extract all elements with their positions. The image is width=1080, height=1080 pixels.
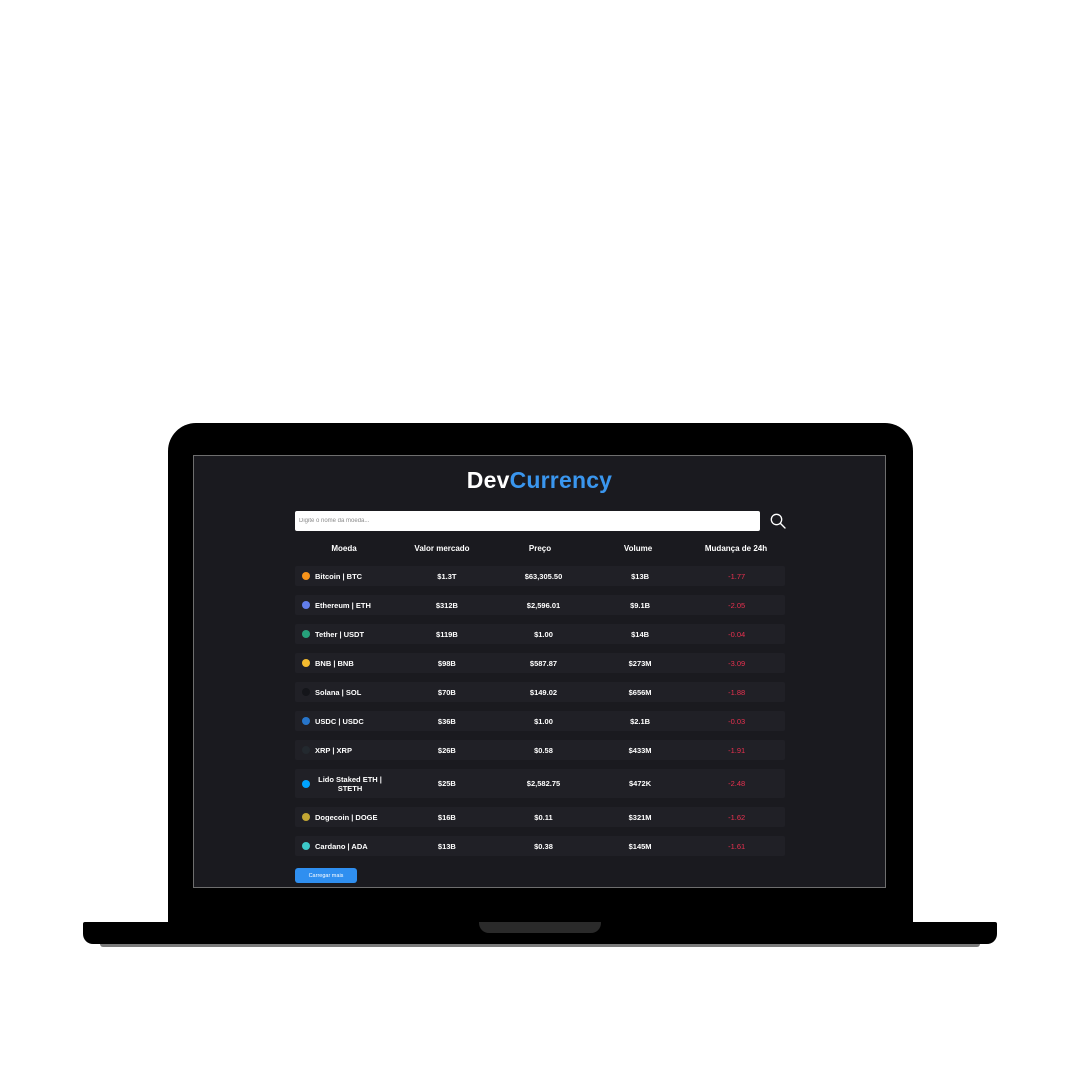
cell-price: $1.00: [534, 716, 553, 726]
search-icon[interactable]: [769, 512, 787, 530]
cell-change-24h: -2.48: [728, 779, 746, 788]
table-row[interactable]: Tether | USDT $119B $1.00 $14B -0.04: [295, 624, 785, 644]
header-volume: Volume: [623, 543, 653, 553]
coin-logo-icon: [302, 688, 310, 696]
cell-market-cap: $13B: [437, 841, 456, 851]
header-price: Preço: [528, 543, 552, 553]
cell-change-24h: -1.61: [728, 841, 746, 851]
cell-change-24h: -1.62: [728, 812, 746, 822]
cell-price: $1.00: [534, 629, 553, 639]
table-row[interactable]: Bitcoin | BTC $1.3T $63,305.50 $13B -1.77: [295, 566, 785, 586]
cell-market-cap: $25B: [437, 779, 456, 788]
cell-volume: $472K: [629, 779, 652, 788]
table-row[interactable]: Ethereum | ETH $312B $2,596.01 $9.1B -2.05: [295, 595, 785, 615]
search-bar: [295, 511, 790, 533]
search-input[interactable]: [295, 511, 760, 531]
cell-market-cap: $98B: [437, 658, 456, 668]
coin-name: Bitcoin | BTC: [315, 571, 363, 581]
cell-coin: Lido Staked ETH | STETH: [295, 775, 399, 793]
coin-logo-icon: [302, 746, 310, 754]
cell-change-24h: -0.03: [728, 716, 746, 726]
logo-dev-text: Dev: [466, 467, 510, 493]
cell-price: $149.02: [529, 687, 558, 697]
coin-name: Dogecoin | DOGE: [315, 812, 378, 822]
header-change-24h: Mudança de 24h: [704, 543, 768, 553]
cell-change-24h: -0.04: [728, 629, 746, 639]
table-row[interactable]: Cardano | ADA $13B $0.38 $145M -1.61: [295, 836, 785, 856]
table-row[interactable]: Lido Staked ETH | STETH $25B $2,582.75 $472…: [295, 769, 785, 798]
app-screen: DevCurrency Moeda Valor mercado Preço Vo…: [193, 455, 886, 888]
header-market-cap: Valor mercado: [414, 543, 470, 553]
table-row[interactable]: Dogecoin | DOGE $16B $0.11 $321M -1.62: [295, 807, 785, 827]
cell-volume: $14B: [631, 629, 650, 639]
coin-logo-icon: [302, 659, 310, 667]
coin-name: Cardano | ADA: [315, 841, 368, 851]
cell-coin: Cardano | ADA: [295, 842, 399, 851]
cell-change-24h: -2.05: [728, 600, 746, 610]
laptop-notch: [479, 922, 601, 933]
coin-name: BNB | BNB: [315, 658, 354, 668]
table-row[interactable]: XRP | XRP $26B $0.58 $433M -1.91: [295, 740, 785, 760]
laptop-base-shadow: [100, 944, 980, 947]
cell-market-cap: $312B: [435, 600, 458, 610]
coin-name: XRP | XRP: [315, 745, 352, 755]
table-row[interactable]: USDC | USDC $36B $1.00 $2.1B -0.03: [295, 711, 785, 731]
coin-logo-icon: [302, 813, 310, 821]
cell-price: $587.87: [529, 658, 558, 668]
table-header: Moeda Valor mercado Preço Volume Mudança…: [295, 538, 785, 558]
coin-logo-icon: [302, 630, 310, 638]
coin-name: Solana | SOL: [315, 687, 362, 697]
cell-volume: $13B: [631, 571, 650, 581]
coin-name: Tether | USDT: [315, 629, 365, 639]
app-logo: DevCurrency: [194, 467, 885, 494]
coin-name: Ethereum | ETH: [315, 600, 371, 610]
crypto-table: Moeda Valor mercado Preço Volume Mudança…: [295, 538, 785, 865]
cell-change-24h: -1.91: [728, 745, 746, 755]
cell-price: $0.11: [534, 812, 553, 822]
coin-logo-icon: [302, 601, 310, 609]
cell-market-cap: $36B: [437, 716, 456, 726]
cell-price: $2,582.75: [526, 779, 561, 788]
coin-logo-icon: [302, 572, 310, 580]
cell-volume: $656M: [628, 687, 652, 697]
cell-volume: $145M: [628, 841, 652, 851]
cell-volume: $2.1B: [630, 716, 651, 726]
cell-market-cap: $26B: [437, 745, 456, 755]
table-body: Bitcoin | BTC $1.3T $63,305.50 $13B -1.77 Eth…: [295, 566, 785, 856]
cell-coin: Solana | SOL: [295, 688, 399, 697]
coin-logo-icon: [302, 717, 310, 725]
cell-market-cap: $1.3T: [437, 571, 457, 581]
cell-price: $0.38: [534, 841, 553, 851]
cell-price: $2,596.01: [526, 600, 561, 610]
cell-price: $0.58: [534, 745, 553, 755]
cell-price: $63,305.50: [524, 571, 563, 581]
table-row[interactable]: BNB | BNB $98B $587.87 $273M -3.09: [295, 653, 785, 673]
table-row[interactable]: Solana | SOL $70B $149.02 $656M -1.88: [295, 682, 785, 702]
cell-coin: XRP | XRP: [295, 746, 399, 755]
cell-market-cap: $16B: [437, 812, 456, 822]
logo-currency-text: Currency: [509, 467, 613, 493]
coin-logo-icon: [302, 779, 310, 788]
cell-coin: Tether | USDT: [295, 630, 399, 639]
cell-market-cap: $119B: [436, 629, 458, 639]
cell-change-24h: -1.77: [728, 571, 746, 581]
cell-coin: BNB | BNB: [295, 659, 399, 668]
cell-change-24h: -1.88: [728, 687, 746, 697]
coin-logo-icon: [302, 842, 310, 850]
cell-volume: $273M: [628, 658, 652, 668]
coin-name: USDC | USDC: [315, 716, 364, 726]
header-coin: Moeda: [331, 543, 357, 553]
load-more-button[interactable]: Carregar mais: [295, 868, 357, 883]
cell-coin: Ethereum | ETH: [295, 601, 399, 610]
cell-volume: $321M: [628, 812, 652, 822]
cell-change-24h: -3.09: [728, 658, 746, 668]
coin-name: Lido Staked ETH | STETH: [318, 774, 382, 793]
cell-coin: Bitcoin | BTC: [295, 572, 399, 581]
cell-volume: $433M: [628, 745, 652, 755]
cell-volume: $9.1B: [630, 600, 651, 610]
cell-coin: USDC | USDC: [295, 717, 399, 726]
cell-market-cap: $70B: [437, 687, 456, 697]
cell-coin: Dogecoin | DOGE: [295, 813, 399, 822]
